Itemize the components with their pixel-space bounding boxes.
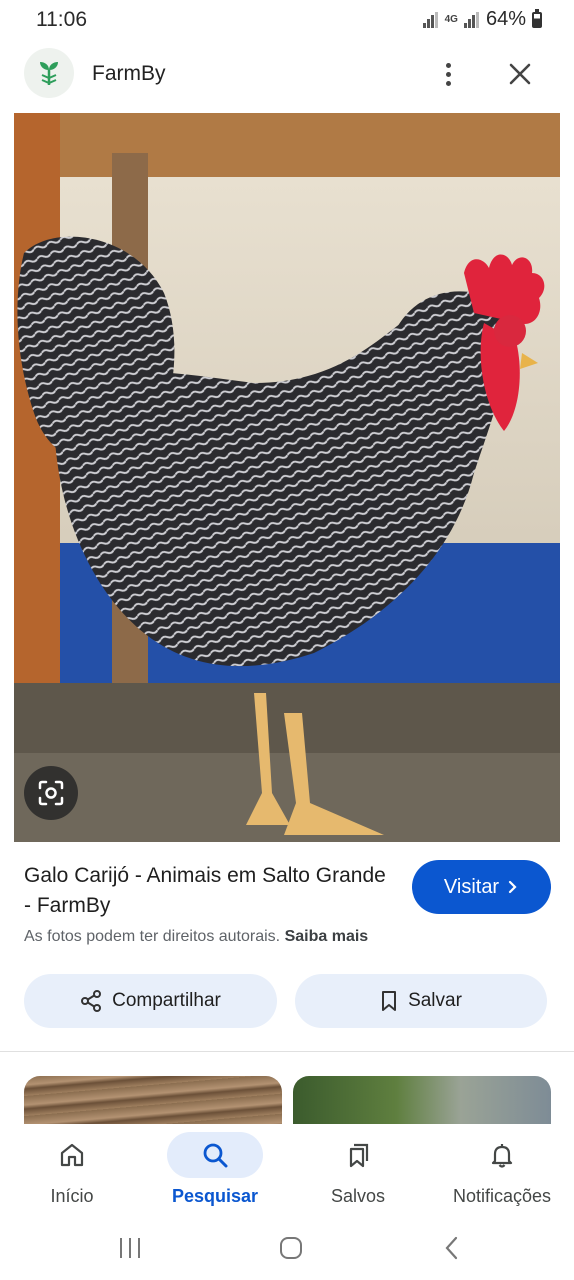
- bottom-navigation: Início Pesquisar Salvos Notificações: [0, 1124, 574, 1220]
- nav-label-notifications: Notificações: [452, 1186, 552, 1206]
- share-icon: [81, 990, 102, 1012]
- nav-label-saved: Salvos: [330, 1186, 386, 1206]
- recent-apps-icon[interactable]: [110, 1228, 150, 1268]
- nav-label-search: Pesquisar: [171, 1186, 259, 1206]
- save-button[interactable]: Salvar: [295, 974, 547, 1028]
- result-image[interactable]: [14, 113, 560, 842]
- share-label: Compartilhar: [112, 990, 221, 1011]
- copyright-notice: As fotos podem ter direitos autorais. Sa…: [24, 928, 368, 946]
- nav-item-saved[interactable]: Salvos: [288, 1132, 428, 1216]
- close-icon[interactable]: [504, 58, 536, 90]
- share-button[interactable]: Compartilhar: [24, 974, 277, 1028]
- battery-icon: [532, 8, 542, 28]
- bookmarks-icon: [310, 1132, 406, 1178]
- status-time: 11:06: [36, 8, 87, 31]
- app-header: FarmBy: [0, 46, 574, 102]
- search-icon: [167, 1132, 263, 1178]
- back-icon[interactable]: [432, 1228, 472, 1268]
- signal-icon: [422, 11, 439, 28]
- home-icon: [24, 1132, 120, 1178]
- nav-label-home: Início: [50, 1186, 94, 1206]
- save-label: Salvar: [408, 990, 462, 1011]
- visit-button[interactable]: Visitar: [412, 860, 551, 914]
- copyright-text: As fotos podem ter direitos autorais.: [24, 928, 281, 945]
- chevron-right-icon: [509, 880, 517, 894]
- nav-item-home[interactable]: Início: [2, 1132, 142, 1216]
- result-title[interactable]: Galo Carijó - Animais em Salto Grande - …: [24, 861, 394, 921]
- nav-item-notifications[interactable]: Notificações: [432, 1132, 572, 1216]
- home-button-icon[interactable]: [271, 1228, 311, 1268]
- farm-plant-icon: [24, 48, 74, 98]
- learn-more-link[interactable]: Saiba mais: [285, 928, 369, 945]
- status-indicators: 4G 64%: [422, 8, 542, 31]
- nav-item-search[interactable]: Pesquisar: [145, 1132, 285, 1216]
- lens-search-icon[interactable]: [24, 766, 78, 820]
- page-title: FarmBy: [92, 62, 166, 85]
- bookmark-icon: [382, 991, 397, 1011]
- divider: [0, 1051, 574, 1052]
- signal-icon-2: [463, 11, 480, 28]
- more-options-icon[interactable]: [432, 58, 464, 90]
- bell-icon: [454, 1132, 550, 1178]
- status-bar: 11:06 4G 64%: [0, 0, 574, 42]
- battery-percent: 64%: [485, 8, 526, 30]
- network-type: 4G: [444, 14, 458, 25]
- system-navigation: [0, 1220, 574, 1280]
- visit-label: Visitar: [443, 875, 500, 898]
